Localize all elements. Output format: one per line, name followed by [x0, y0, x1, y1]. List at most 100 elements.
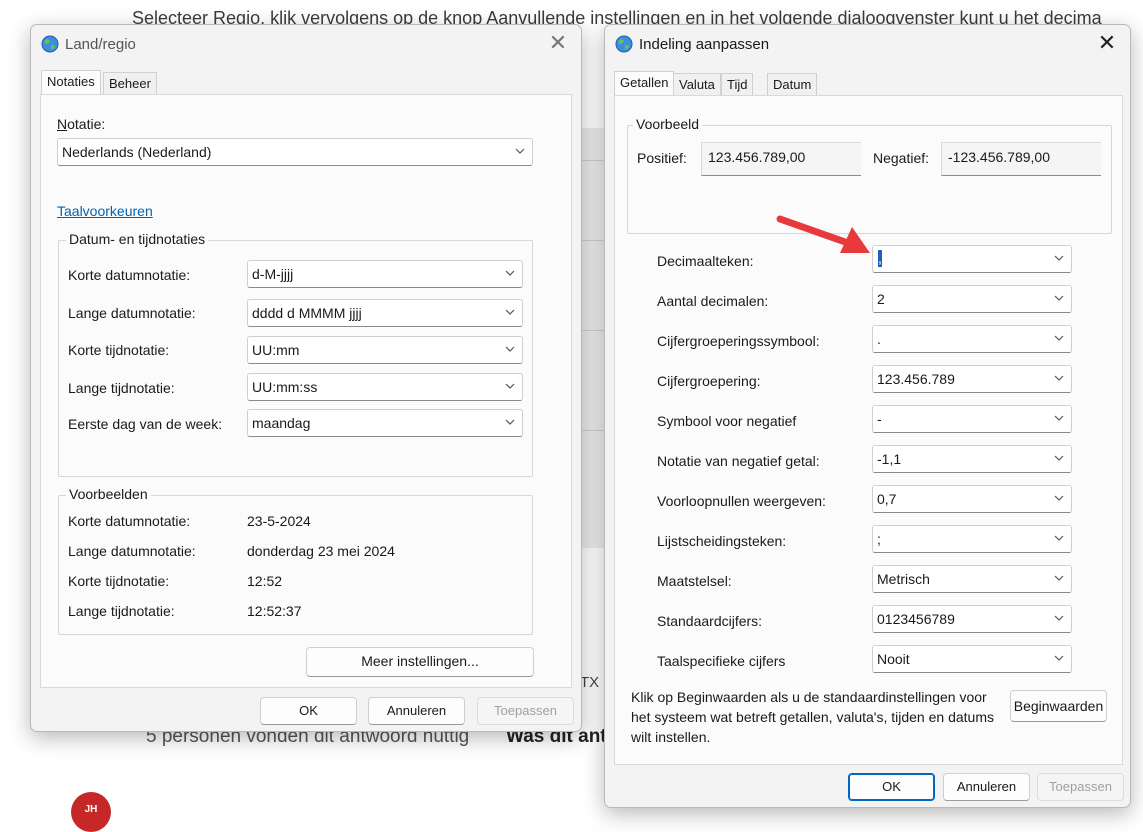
digit-grouping-symbol-label: Cijfergroeperingssymbool: — [657, 333, 820, 349]
background-strip-divider — [582, 240, 604, 241]
chevron-down-icon — [505, 270, 515, 276]
chevron-down-icon — [1054, 335, 1064, 341]
taalvoorkeuren-link[interactable]: Taalvoorkeuren — [57, 203, 153, 219]
select-value: 0,7 — [877, 491, 897, 507]
standard-digits-label: Standaardcijfers: — [657, 613, 763, 629]
row-label: Eerste dag van de week: — [68, 416, 223, 432]
example-value: donderdag 23 mei 2024 — [247, 543, 395, 559]
land-regio-dialog: Land/regio ✕ Notaties Beheer Notatie: Ne… — [30, 24, 582, 732]
chevron-down-icon — [1054, 615, 1064, 621]
example-label: Korte tijdnotatie: — [68, 573, 170, 589]
tab-notaties[interactable]: Notaties — [41, 70, 101, 94]
tab-valuta[interactable]: Valuta — [673, 73, 721, 95]
group-title: Voorbeeld — [633, 116, 703, 132]
chevron-down-icon — [1054, 455, 1064, 461]
tab-label: Beheer — [109, 76, 151, 91]
standard-digits-select[interactable]: 0123456789 — [872, 605, 1072, 633]
select-value: d-M-jjjj — [252, 266, 294, 282]
tab-label: Notaties — [47, 74, 95, 89]
chevron-down-icon — [515, 148, 525, 154]
positive-label: Positief: — [637, 150, 687, 166]
close-button[interactable]: ✕ — [1092, 31, 1122, 57]
select-value: maandag — [252, 415, 311, 431]
getallen-panel: Voorbeeld Positief: 123.456.789,00 Negat… — [614, 95, 1123, 765]
more-settings-button[interactable]: Meer instellingen... — [306, 647, 534, 677]
leading-zeros-select[interactable]: 0,7 — [872, 485, 1072, 513]
list-separator-select[interactable]: ; — [872, 525, 1072, 553]
example-value: 12:52 — [247, 573, 283, 589]
negative-preview: -123.456.789,00 — [941, 142, 1101, 176]
long-time-select[interactable]: UU:mm:ss — [247, 373, 523, 401]
select-value: 123.456.789 — [877, 371, 955, 387]
indeling-aanpassen-dialog: Indeling aanpassen ✕ Getallen Valuta Tij… — [604, 24, 1131, 808]
tab-label: Getallen — [620, 75, 669, 90]
long-date-label: Lange datumnotatie: — [68, 305, 196, 321]
native-digits-label: Taalspecifieke cijfers — [657, 653, 786, 669]
select-value: Metrisch — [877, 571, 930, 587]
chevron-down-icon — [1054, 295, 1064, 301]
example-value: 12:52:37 — [247, 603, 302, 619]
close-button[interactable]: ✕ — [543, 31, 573, 57]
measurement-label: Maatstelsel: — [657, 573, 732, 589]
notatie-label: Notatie: — [57, 116, 106, 132]
cancel-button[interactable]: Annuleren — [368, 697, 465, 725]
chevron-down-icon — [505, 309, 515, 315]
tab-beheer[interactable]: Beheer — [103, 72, 157, 94]
select-value: 0123456789 — [877, 611, 955, 627]
apply-button[interactable]: Toepassen — [1037, 773, 1124, 801]
row-label: Lange tijdnotatie: — [68, 380, 175, 396]
tab-datum[interactable]: Datum — [767, 73, 818, 95]
select-value: - — [877, 411, 882, 427]
negative-format-select[interactable]: -1,1 — [872, 445, 1072, 473]
ok-button[interactable]: OK — [848, 773, 935, 801]
apply-button[interactable]: Toepassen — [477, 697, 574, 725]
example-label: Lange tijdnotatie: — [68, 603, 175, 619]
background-strip-divider — [582, 330, 604, 331]
indeling-titlebar[interactable]: Indeling aanpassen ✕ — [605, 25, 1130, 63]
first-day-label: Eerste dag van de week: — [68, 416, 222, 432]
notatie-select[interactable]: Nederlands (Nederland) — [57, 138, 533, 166]
select-value: ; — [877, 531, 881, 547]
list-separator-label: Lijstscheidingsteken: — [657, 533, 787, 549]
short-time-select[interactable]: UU:mm — [247, 336, 523, 364]
chevron-down-icon — [505, 383, 515, 389]
row-label: Lange datumnotatie: — [68, 305, 196, 321]
native-digits-select[interactable]: Nooit — [872, 645, 1072, 673]
row-label: Korte tijdnotatie: — [68, 342, 170, 358]
select-value: . — [877, 331, 881, 347]
num-decimals-label: Aantal decimalen: — [657, 293, 769, 309]
land-regio-titlebar[interactable]: Land/regio ✕ — [31, 25, 581, 63]
tab-tijd[interactable]: Tijd — [721, 73, 754, 95]
long-date-select[interactable]: dddd d MMMM jjjj — [247, 299, 523, 327]
group-title: Datum- en tijdnotaties — [66, 231, 209, 247]
chevron-down-icon — [1054, 655, 1064, 661]
select-value: -1,1 — [877, 451, 902, 467]
select-value: Nooit — [877, 651, 910, 667]
example-value: 23-5-2024 — [247, 513, 311, 529]
decimal-symbol-select[interactable]: , — [872, 245, 1072, 273]
measurement-select[interactable]: Metrisch — [872, 565, 1072, 593]
short-date-select[interactable]: d-M-jjjj — [247, 260, 523, 288]
row-label: Korte datumnotatie: — [68, 267, 191, 283]
chevron-down-icon — [1054, 535, 1064, 541]
num-decimals-select[interactable]: 2 — [872, 285, 1072, 313]
negative-format-label: Notatie van negatief getal: — [657, 453, 820, 469]
short-time-label: Korte tijdnotatie: — [68, 342, 169, 358]
digit-grouping-select[interactable]: 123.456.789 — [872, 365, 1072, 393]
select-value: dddd d MMMM jjjj — [252, 305, 362, 321]
user-avatar[interactable]: JH — [71, 792, 111, 832]
negative-label: Negatief: — [873, 150, 930, 166]
positive-preview: 123.456.789,00 — [701, 142, 861, 176]
notaties-panel: Notatie: Nederlands (Nederland) Taalvoor… — [40, 94, 572, 688]
cancel-button[interactable]: Annuleren — [943, 773, 1030, 801]
first-day-select[interactable]: maandag — [247, 409, 523, 437]
negative-sign-select[interactable]: - — [872, 405, 1072, 433]
tab-label: Datum — [773, 77, 812, 92]
digit-grouping-symbol-select[interactable]: . — [872, 325, 1072, 353]
chevron-down-icon — [505, 346, 515, 352]
ok-button[interactable]: OK — [260, 697, 357, 725]
reset-defaults-button[interactable]: Beginwaarden — [1010, 690, 1107, 722]
chevron-down-icon — [505, 419, 515, 425]
short-date-label: Korte datumnotatie: — [68, 267, 190, 283]
tab-getallen[interactable]: Getallen — [614, 71, 675, 95]
